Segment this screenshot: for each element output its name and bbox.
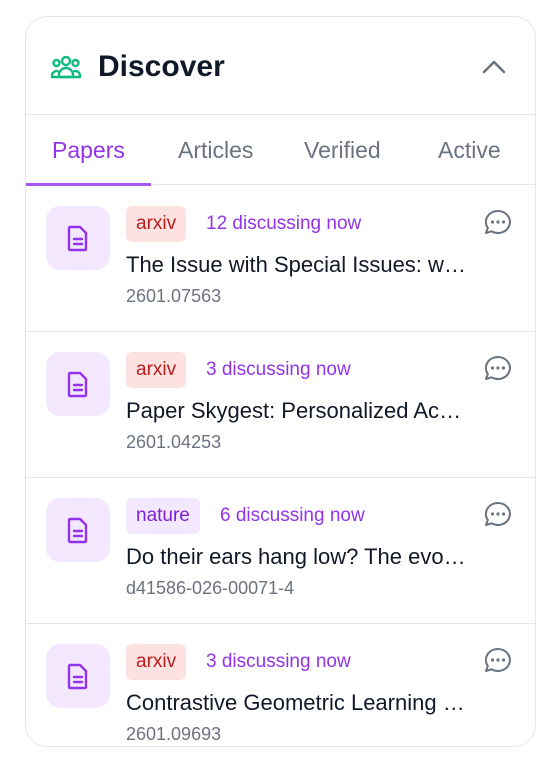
tab-articles[interactable]: Articles <box>178 115 253 185</box>
paper-title[interactable]: Do their ears hang low? The evolution of… <box>126 541 468 573</box>
discover-panel: Discover Papers Articles Verified Active… <box>25 16 536 747</box>
list-item[interactable]: nature 6 discussing now Do their ears ha… <box>26 478 535 624</box>
document-icon <box>46 352 110 416</box>
discussing-count: 3 discussing now <box>206 359 351 380</box>
paper-id: 2601.04253 <box>126 432 222 452</box>
people-group-icon <box>50 55 82 79</box>
discussing-count: 3 discussing now <box>206 651 351 672</box>
paper-id: 2601.07563 <box>126 286 222 306</box>
paper-title[interactable]: Paper Skygest: Personalized Academic Rec… <box>126 395 468 427</box>
paper-title[interactable]: The Issue with Special Issues: when Gues… <box>126 249 468 281</box>
discussing-count: 12 discussing now <box>206 213 362 234</box>
paper-id: 2601.09693 <box>126 724 222 744</box>
panel-title: Discover <box>98 50 225 83</box>
list-item[interactable]: arxiv 3 discussing now Contrastive Geome… <box>26 624 535 746</box>
source-badge: arxiv <box>126 206 187 242</box>
chevron-up-icon[interactable] <box>481 55 507 81</box>
tab-bar: Papers Articles Verified Active <box>26 115 535 186</box>
document-icon <box>46 644 110 708</box>
document-icon <box>46 498 110 562</box>
chat-bubble-icon[interactable] <box>483 500 513 530</box>
tab-papers[interactable]: Papers <box>26 115 151 186</box>
chat-bubble-icon[interactable] <box>483 646 513 676</box>
source-badge: arxiv <box>126 352 187 388</box>
paper-title[interactable]: Contrastive Geometric Learning Unlocks U… <box>126 687 468 719</box>
papers-list: arxiv 12 discussing now The Issue with S… <box>26 186 535 746</box>
list-item[interactable]: arxiv 3 discussing now Paper Skygest: Pe… <box>26 332 535 478</box>
chat-bubble-icon[interactable] <box>483 208 513 238</box>
list-item[interactable]: arxiv 12 discussing now The Issue with S… <box>26 186 535 332</box>
chat-bubble-icon[interactable] <box>483 354 513 384</box>
source-badge: nature <box>126 498 200 534</box>
discussing-count: 6 discussing now <box>220 505 365 526</box>
document-icon <box>46 206 110 270</box>
source-badge: arxiv <box>126 644 187 680</box>
paper-id: d41586-026-00071-4 <box>126 578 295 598</box>
tab-active[interactable]: Active <box>438 115 501 185</box>
panel-header: Discover <box>26 17 535 115</box>
tab-verified[interactable]: Verified <box>304 115 381 185</box>
